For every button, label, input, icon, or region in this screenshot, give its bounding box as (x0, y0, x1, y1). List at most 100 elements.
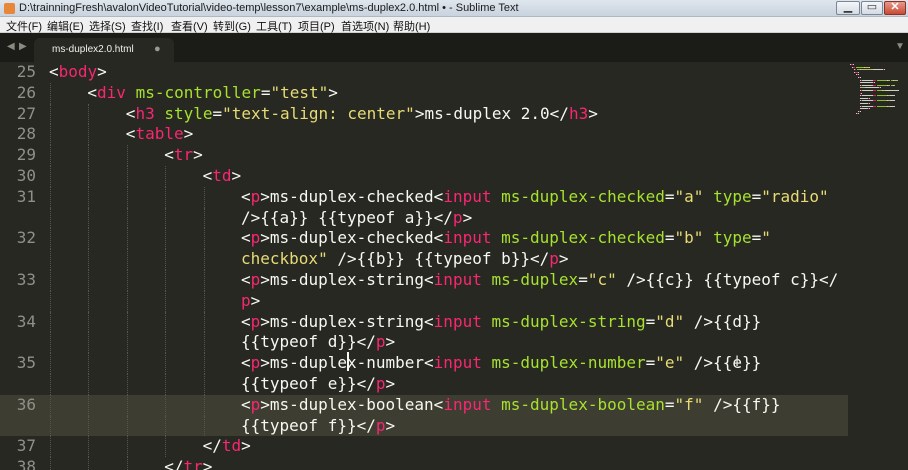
indent-guide (165, 436, 167, 458)
menu-find[interactable]: 查找(I) (131, 18, 163, 34)
gutter-line[interactable]: 30 (0, 166, 40, 187)
code-token-punct: = (751, 228, 762, 248)
code-line: <tr> (164, 145, 203, 166)
code-line: </tr> (164, 457, 212, 470)
minimap-stroke (862, 95, 873, 97)
indent-guide (165, 228, 167, 250)
code-editor[interactable]: 25 <body> 26 <div ms-controller="test"> 27 <h… (0, 62, 848, 470)
code-token-punct: = (260, 82, 271, 102)
gutter-line[interactable]: 38 (0, 457, 40, 470)
gutter-line[interactable]: 28 (0, 124, 40, 145)
minimap-stroke (894, 79, 898, 81)
gutter-line[interactable]: 31 (0, 187, 40, 208)
tab-ms-duplex2-html[interactable]: ms-duplex2.0.html ● (34, 38, 174, 62)
gutter-line[interactable]: 36 (0, 395, 40, 416)
indent-guide (88, 394, 90, 416)
gutter-line[interactable]: 34 (0, 312, 40, 333)
minimap-stroke (873, 105, 876, 107)
minimize-button[interactable]: ▁ (836, 1, 860, 15)
menu-preferences[interactable]: 首选项(N) (341, 18, 389, 34)
indent-guide (203, 415, 205, 437)
line-number: 31 (16, 186, 36, 206)
gutter-line[interactable] (0, 291, 40, 312)
code-line: p> (241, 291, 260, 312)
gutter-line[interactable]: 25 (0, 62, 40, 83)
indent-guide (126, 270, 128, 291)
gutter-line[interactable]: 37 (0, 436, 40, 457)
gutter-line[interactable] (0, 208, 40, 229)
code-token-punct: = (212, 103, 223, 123)
indent-guide (126, 332, 128, 354)
minimap-stroke (894, 84, 895, 86)
menu-selection[interactable]: 选择(S) (89, 18, 126, 34)
mouse-ibeam-icon: I (735, 354, 740, 370)
code-token-str: "c" (587, 270, 617, 289)
code-token-punct: > (385, 415, 396, 435)
indent-guide (126, 207, 128, 229)
indent-guide (88, 311, 90, 333)
gutter-line[interactable]: 33 (0, 270, 40, 291)
code-token-punct: < (87, 82, 98, 102)
menu-goto[interactable]: 转到(G) (213, 18, 251, 34)
code-token-attr: type (713, 186, 752, 206)
code-token-tag: p (250, 394, 261, 414)
indent-guide (88, 249, 90, 270)
minimap[interactable] (848, 62, 908, 470)
gutter-line[interactable] (0, 416, 40, 437)
tab-scroll-right-icon[interactable]: ▶ (19, 41, 27, 52)
gutter-line[interactable]: 26 (0, 83, 40, 104)
close-button[interactable]: ✕ (884, 1, 906, 15)
code-token-tag: p (549, 249, 559, 269)
code-token-punct: = (751, 186, 762, 206)
gutter-line[interactable] (0, 332, 40, 353)
tab-list-dropdown-icon[interactable]: ▼ (895, 41, 905, 52)
code-token-attr: ms-duplex-checked (501, 186, 665, 206)
indent-guide (50, 311, 51, 333)
unsaved-dot-icon[interactable]: ● (154, 43, 161, 55)
menu-file[interactable]: 文件(F) (6, 18, 42, 34)
indent-guide (50, 457, 51, 470)
minimap-stroke (885, 90, 899, 91)
menu-view[interactable]: 查看(V) (171, 18, 208, 34)
menu-tools[interactable]: 工具(T) (256, 18, 292, 34)
code-line: />{{a}} {{typeof a}}</p> (241, 208, 472, 229)
code-token-punct: />{{b}} {{typeof b}}</ (327, 249, 550, 269)
gutter-line[interactable]: 29 (0, 145, 40, 166)
code-token-punct: />{{d}} (684, 311, 762, 331)
indent-guide (50, 228, 51, 250)
code-token-str: "e" (655, 353, 685, 373)
indent-guide (88, 353, 90, 374)
indent-guide (165, 374, 167, 395)
minimap-stroke (877, 84, 887, 86)
gutter-line[interactable]: 32 (0, 228, 40, 249)
line-number: 25 (16, 62, 36, 81)
indent-guide (126, 249, 128, 270)
text-cursor (347, 352, 349, 371)
tab-scroll-left-icon[interactable]: ◀ (7, 41, 15, 52)
gutter-line[interactable]: 35 (0, 353, 40, 374)
gutter-line[interactable] (0, 374, 40, 395)
menu-project[interactable]: 项目(P) (298, 18, 335, 34)
code-token-punct: = (645, 311, 656, 331)
menu-help[interactable]: 帮助(H) (393, 18, 430, 34)
minimap-stroke (888, 84, 890, 86)
code-token-punct: />{{a}} {{typeof a}}</ (241, 207, 453, 227)
minimap-stroke (855, 69, 856, 71)
indent-guide (165, 166, 167, 187)
indent-guide (203, 249, 205, 270)
menu-edit[interactable]: 编辑(E) (47, 18, 84, 34)
code-token-punct: > (97, 62, 107, 81)
minimap-stroke (873, 79, 876, 81)
minimap-stroke (861, 69, 873, 71)
indent-guide (88, 436, 90, 458)
maximize-button[interactable]: ▭ (861, 1, 883, 15)
minimap-stroke (862, 79, 873, 81)
line-number: 35 (16, 353, 36, 373)
code-token-tag: p (241, 290, 251, 310)
gutter-line[interactable] (0, 249, 40, 270)
indent-guide (88, 457, 90, 470)
gutter-line[interactable]: 27 (0, 104, 40, 125)
